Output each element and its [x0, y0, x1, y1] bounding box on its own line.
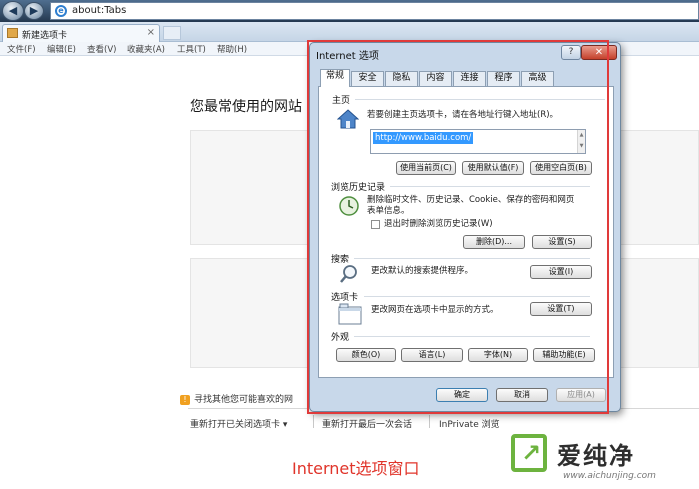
search-description: 更改默认的搜索提供程序。 — [371, 266, 474, 276]
history-section-title: 浏览历史记录 — [331, 183, 386, 193]
homepage-url-field[interactable]: http://www.baidu.com/ ▲ ▼ — [370, 129, 586, 154]
history-description-2: 表单信息。 — [367, 206, 410, 216]
link-separator — [429, 415, 430, 428]
site-tile[interactable] — [612, 130, 699, 245]
watermark-logo-icon: ↗ — [511, 434, 547, 472]
fonts-button[interactable]: 字体(N) — [468, 348, 528, 362]
find-more-sites[interactable]: ! 寻找其他您可能喜欢的网 — [180, 392, 293, 405]
section-divider — [355, 99, 605, 100]
tabs-description: 更改网页在选项卡中显示的方式。 — [371, 305, 499, 315]
forward-button[interactable]: ▶ — [24, 2, 44, 20]
languages-button[interactable]: 语言(L) — [401, 348, 463, 362]
ie-logo-icon: e — [55, 5, 67, 17]
watermark-text: 爱纯净 — [557, 442, 635, 470]
tab-programs[interactable]: 程序 — [487, 71, 520, 86]
tab-page-icon — [7, 28, 18, 38]
tab-general[interactable]: 常规 — [320, 69, 350, 87]
tab-connections[interactable]: 连接 — [453, 71, 486, 86]
search-settings-button[interactable]: 设置(I) — [530, 265, 592, 279]
tab-new-tab[interactable]: 新建选项卡 × — [2, 24, 160, 42]
tab-advanced[interactable]: 高级 — [521, 71, 554, 86]
use-current-button[interactable]: 使用当前页(C) — [396, 161, 456, 175]
reopen-last-session-link[interactable]: 重新打开最后一次会话 — [322, 417, 412, 430]
colors-button[interactable]: 颜色(O) — [336, 348, 396, 362]
delete-on-exit-label: 退出时删除浏览历史记录(W) — [384, 219, 493, 229]
browser-title-bar: ◀ ▶ e about:Tabs — [0, 0, 699, 22]
apply-button[interactable]: 应用(A) — [556, 388, 606, 402]
tab-security[interactable]: 安全 — [351, 71, 384, 86]
tabs-section-title: 选项卡 — [331, 293, 359, 303]
internet-options-dialog: Internet 选项 ? ✕ 常规 安全 隐私 内容 连接 程序 高级 主页 … — [309, 42, 621, 412]
tab-title: 新建选项卡 — [22, 31, 68, 41]
watermark-url: www.aichunjing.com — [563, 471, 656, 481]
tab-content[interactable]: 内容 — [419, 71, 452, 86]
section-divider — [354, 258, 590, 259]
url-scrollbar[interactable]: ▲ ▼ — [577, 130, 585, 153]
site-watermark: ↗ 爱纯净 www.aichunjing.com — [511, 434, 699, 489]
menu-tools[interactable]: 工具(T) — [177, 43, 206, 55]
history-clock-icon — [339, 196, 359, 216]
back-button[interactable]: ◀ — [2, 1, 24, 21]
caption-label: Internet选项窗口 — [292, 459, 420, 478]
menu-favorites[interactable]: 收藏夹(A) — [127, 43, 165, 55]
address-url: about:Tabs — [72, 5, 127, 16]
history-description-1: 删除临时文件、历史记录、Cookie、保存的密码和网页 — [367, 195, 575, 205]
find-more-text: 寻找其他您可能喜欢的网 — [194, 395, 294, 405]
menu-edit[interactable]: 编辑(E) — [47, 43, 76, 55]
suggestion-icon: ! — [180, 395, 190, 405]
use-default-button[interactable]: 使用默认值(F) — [462, 161, 524, 175]
appearance-section-title: 外观 — [331, 333, 350, 343]
help-button[interactable]: ? — [561, 45, 581, 60]
menu-view[interactable]: 查看(V) — [87, 43, 116, 55]
accessibility-button[interactable]: 辅助功能(E) — [533, 348, 595, 362]
link-separator — [313, 415, 314, 428]
section-divider — [364, 296, 590, 297]
section-divider — [354, 336, 590, 337]
new-tab-button[interactable] — [163, 26, 181, 40]
tab-close-icon[interactable]: × — [147, 27, 155, 38]
site-tile[interactable] — [190, 258, 312, 368]
menu-help[interactable]: 帮助(H) — [217, 43, 247, 55]
homepage-url-text: http://www.baidu.com/ — [373, 132, 474, 144]
section-divider — [390, 186, 590, 187]
site-tile[interactable] — [612, 258, 699, 368]
delete-on-exit-checkbox[interactable] — [371, 220, 380, 229]
house-icon — [337, 109, 359, 129]
tabs-settings-button[interactable]: 设置(T) — [530, 302, 592, 316]
site-tile[interactable] — [190, 130, 312, 245]
delete-history-button[interactable]: 删除(D)... — [463, 235, 525, 249]
ok-button[interactable]: 确定 — [436, 388, 488, 402]
homepage-description: 若要创建主页选项卡，请在各地址行键入地址(R)。 — [367, 110, 559, 120]
cancel-button[interactable]: 取消 — [496, 388, 548, 402]
homepage-section-title: 主页 — [332, 96, 351, 106]
magnifier-icon — [340, 265, 357, 283]
most-visited-heading: 您最常使用的网站 — [190, 99, 302, 115]
dialog-title: Internet 选项 — [316, 51, 379, 62]
use-blank-button[interactable]: 使用空白页(B) — [530, 161, 592, 175]
tab-strip: 新建选项卡 × — [0, 22, 699, 42]
tabs-window-icon — [338, 303, 362, 325]
close-button[interactable]: ✕ — [581, 45, 617, 60]
address-bar[interactable]: e about:Tabs — [50, 2, 699, 20]
inprivate-browsing-link[interactable]: InPrivate 浏览 — [439, 417, 500, 430]
reopen-closed-tabs-link[interactable]: 重新打开已关闭选项卡 ▾ — [190, 417, 287, 430]
tab-privacy[interactable]: 隐私 — [385, 71, 418, 86]
menu-file[interactable]: 文件(F) — [7, 43, 36, 55]
history-settings-button[interactable]: 设置(S) — [532, 235, 592, 249]
